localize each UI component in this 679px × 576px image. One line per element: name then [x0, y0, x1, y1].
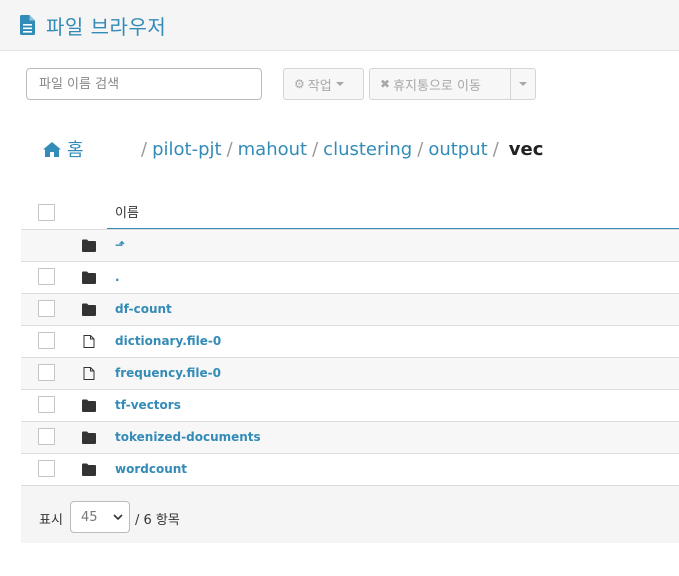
trash-options-dropdown[interactable] — [510, 68, 536, 100]
breadcrumb-home-label: 홈 — [67, 140, 84, 161]
page-header: 파일 브라우저 — [0, 0, 679, 51]
breadcrumb-separator: / — [492, 139, 499, 160]
row-checkbox[interactable] — [38, 364, 55, 381]
breadcrumb-link[interactable]: clustering — [323, 139, 412, 160]
table-row[interactable]: tf-vectors — [21, 389, 679, 421]
breadcrumb-current: vec — [508, 139, 544, 160]
move-to-trash-label: 휴지통으로 이동 — [393, 78, 481, 94]
row-checkbox[interactable] — [38, 460, 55, 477]
close-icon: ✖ — [380, 77, 391, 91]
breadcrumb-link[interactable]: pilot-pjt — [152, 139, 221, 160]
page-title: 파일 브라우저 — [46, 15, 167, 39]
breadcrumb-separator: / — [226, 139, 233, 160]
table-row[interactable]: ⬏ — [21, 229, 679, 261]
breadcrumb-separator: / — [312, 139, 319, 160]
search-input[interactable] — [26, 68, 262, 100]
actions-button[interactable]: ⚙ 작업 — [283, 68, 364, 100]
folder-icon — [82, 463, 96, 476]
caret-down-icon — [519, 82, 527, 86]
chevron-down-icon — [113, 514, 123, 521]
folder-icon — [82, 399, 96, 412]
file-name-link[interactable]: ⬏ — [115, 238, 125, 252]
page-size-label: 표시 — [39, 513, 63, 528]
row-checkbox[interactable] — [38, 332, 55, 349]
select-all-checkbox[interactable] — [38, 204, 55, 221]
page-size-value: 45 — [81, 509, 98, 525]
breadcrumb-separator: / — [417, 139, 424, 160]
breadcrumb-path: / pilot-pjt / mahout / clustering / outp… — [136, 139, 543, 160]
column-header-name[interactable]: 이름 — [115, 202, 139, 221]
row-checkbox[interactable] — [38, 428, 55, 445]
row-checkbox[interactable] — [38, 396, 55, 413]
file-icon — [83, 367, 95, 380]
row-checkbox[interactable] — [38, 268, 55, 285]
document-icon — [20, 15, 35, 35]
row-checkbox[interactable] — [38, 300, 55, 317]
table-row[interactable]: . — [21, 261, 679, 293]
item-count: / 6 항목 — [135, 513, 180, 528]
file-name-link[interactable]: . — [115, 270, 120, 284]
move-to-trash-button[interactable]: ✖ 휴지통으로 이동 — [369, 68, 511, 100]
file-name-link[interactable]: dictionary.file-0 — [115, 334, 221, 348]
table-row[interactable]: dictionary.file-0 — [21, 325, 679, 357]
breadcrumb-link[interactable]: output — [428, 139, 487, 160]
breadcrumb: 홈 / pilot-pjt / mahout / clustering / ou… — [0, 136, 679, 164]
caret-down-icon — [335, 82, 344, 86]
file-name-link[interactable]: tf-vectors — [115, 398, 181, 412]
file-name-link[interactable]: frequency.file-0 — [115, 366, 221, 380]
table-row[interactable]: df-count — [21, 293, 679, 325]
table-header: 이름 — [21, 196, 679, 229]
folder-icon — [82, 303, 96, 316]
page-size-select[interactable]: 45 — [70, 501, 130, 533]
file-name-link[interactable]: tokenized-documents — [115, 430, 261, 444]
table-row[interactable]: frequency.file-0 — [21, 357, 679, 389]
home-icon — [43, 141, 61, 157]
folder-icon — [82, 239, 96, 252]
actions-button-label: 작업 — [307, 78, 332, 94]
file-name-link[interactable]: wordcount — [115, 462, 187, 476]
file-icon — [83, 335, 95, 348]
file-name-link[interactable]: df-count — [115, 302, 172, 316]
gear-icon: ⚙ — [294, 77, 305, 91]
folder-icon — [82, 431, 96, 444]
breadcrumb-separator: / — [141, 139, 148, 160]
breadcrumb-home[interactable]: 홈 — [43, 136, 84, 162]
folder-icon — [82, 271, 96, 284]
breadcrumb-link[interactable]: mahout — [238, 139, 307, 160]
table-row[interactable]: tokenized-documents — [21, 421, 679, 453]
pagination-bar: 표시 45 / 6 항목 — [21, 485, 679, 543]
file-table: 이름 ⬏ . df-count dictionary.file-0 freque… — [21, 196, 679, 485]
table-row[interactable]: wordcount — [21, 453, 679, 485]
